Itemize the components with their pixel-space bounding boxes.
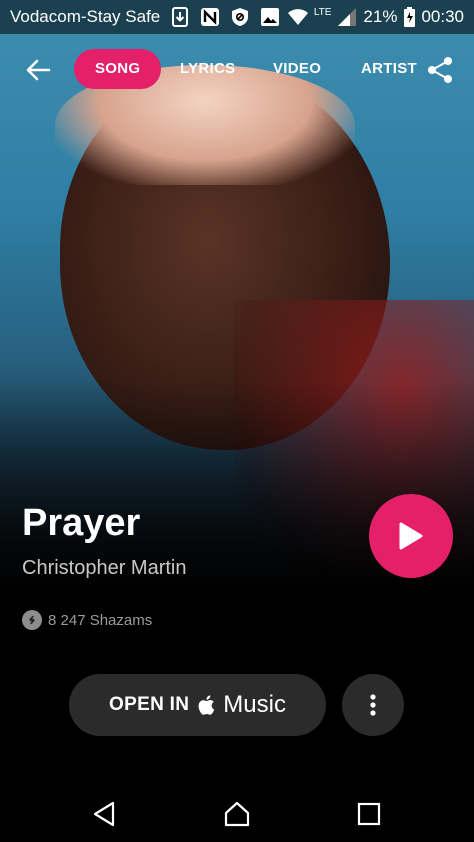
- shazam-icon: [22, 610, 42, 630]
- tab-artist[interactable]: ARTIST: [361, 49, 417, 89]
- tab-video[interactable]: VIDEO: [273, 49, 321, 89]
- image-icon: [260, 7, 280, 27]
- more-options-button[interactable]: [342, 674, 404, 736]
- battery-icon: [403, 7, 415, 27]
- battery-percent: 21%: [363, 7, 398, 26]
- signal-icon: [337, 7, 357, 27]
- arrow-left-icon: [26, 59, 51, 81]
- download-icon: [170, 7, 190, 27]
- open-in-apple-music-button[interactable]: OPEN IN Music: [69, 674, 326, 736]
- nav-recents-button[interactable]: [349, 794, 389, 834]
- network-type: LTE: [313, 6, 332, 18]
- shield-icon: [230, 7, 250, 27]
- open-in-label: OPEN IN: [109, 694, 190, 715]
- n-app-icon: [200, 7, 220, 27]
- clock: 00:30: [421, 7, 464, 26]
- more-vertical-icon: [370, 694, 376, 716]
- nav-back-button[interactable]: [84, 794, 124, 834]
- system-navigation-bar: [0, 782, 474, 842]
- share-button[interactable]: [424, 54, 456, 86]
- song-title: Prayer: [22, 502, 141, 544]
- music-label: Music: [223, 691, 286, 718]
- carrier-name: Vodacom-Stay Safe: [10, 7, 161, 26]
- status-right: LTE 21% 00:30: [287, 6, 464, 27]
- nav-recents-icon: [357, 802, 381, 826]
- play-icon: [399, 522, 423, 550]
- nav-home-icon: [224, 801, 250, 827]
- nav-back-icon: [93, 801, 115, 827]
- tab-bar: SONG LYRICS VIDEO ARTIST: [74, 46, 418, 92]
- tab-song[interactable]: SONG: [74, 49, 162, 89]
- tab-lyrics[interactable]: LYRICS: [180, 49, 235, 89]
- nav-home-button[interactable]: [217, 794, 257, 834]
- apple-icon: [197, 694, 215, 716]
- artist-name[interactable]: Christopher Martin: [22, 557, 187, 580]
- top-navigation: SONG LYRICS VIDEO ARTIST: [0, 46, 474, 92]
- back-button[interactable]: [22, 54, 54, 86]
- notification-icons: [170, 7, 280, 27]
- play-button[interactable]: [369, 494, 453, 578]
- wifi-icon: [287, 7, 308, 27]
- share-icon: [428, 57, 452, 83]
- status-bar: Vodacom-Stay Safe LTE 21% 00:30: [0, 0, 474, 34]
- shazam-count: 8 247 Shazams: [22, 610, 152, 630]
- shazam-count-label: 8 247 Shazams: [48, 611, 153, 629]
